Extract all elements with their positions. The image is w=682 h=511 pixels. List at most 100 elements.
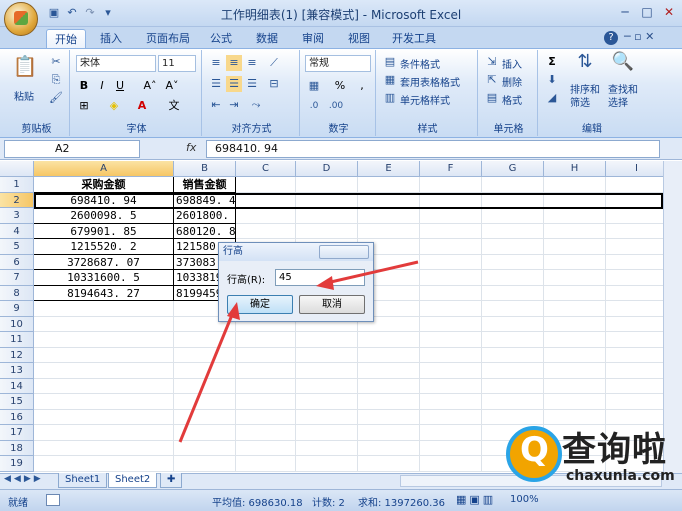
empty-cell[interactable] (544, 177, 606, 193)
column-header-h[interactable]: H (544, 161, 606, 177)
row-header-1[interactable]: 1 (0, 177, 34, 193)
empty-cell[interactable] (482, 332, 544, 348)
column-header-d[interactable]: D (296, 161, 358, 177)
row-header-11[interactable]: 11 (0, 332, 34, 348)
tab-data[interactable]: 数据 (248, 29, 286, 49)
empty-cell[interactable] (34, 316, 174, 332)
column-header-c[interactable]: C (236, 161, 296, 177)
fill-color-icon[interactable]: ◈ (106, 98, 122, 114)
empty-cell[interactable] (358, 409, 420, 425)
empty-cell[interactable] (236, 378, 296, 394)
empty-cell[interactable] (236, 363, 296, 379)
bold-icon[interactable]: B (76, 78, 92, 94)
table-cell[interactable]: 698849. 4 (174, 192, 236, 208)
row-header-8[interactable]: 8 (0, 285, 34, 301)
empty-cell[interactable] (482, 192, 544, 208)
empty-cell[interactable] (34, 347, 174, 363)
empty-cell[interactable] (174, 440, 236, 456)
empty-cell[interactable] (544, 347, 606, 363)
empty-cell[interactable] (174, 378, 236, 394)
empty-cell[interactable] (296, 332, 358, 348)
sort-filter-icon[interactable]: ⇅ (572, 53, 598, 80)
empty-cell[interactable] (606, 193, 663, 208)
minimize-button[interactable]: ─ (614, 3, 636, 21)
empty-cell[interactable] (606, 332, 663, 348)
name-box[interactable]: A2 (4, 140, 140, 158)
empty-cell[interactable] (236, 192, 296, 208)
empty-cell[interactable] (420, 363, 482, 379)
empty-cell[interactable] (482, 239, 544, 255)
empty-cell[interactable] (420, 239, 482, 255)
empty-cell[interactable] (34, 363, 174, 379)
empty-cell[interactable] (606, 286, 663, 301)
table-header-cell[interactable]: 销售金额 (174, 177, 236, 193)
empty-cell[interactable] (420, 192, 482, 208)
empty-cell[interactable] (544, 192, 606, 208)
empty-cell[interactable] (482, 223, 544, 239)
conditional-format-button[interactable]: 条件格式 (400, 56, 440, 71)
column-header-g[interactable]: G (482, 161, 544, 177)
empty-cell[interactable] (358, 223, 420, 239)
delete-cells-icon[interactable]: ⇱ (484, 72, 500, 88)
empty-cell[interactable] (358, 177, 420, 193)
tab-developer[interactable]: 开发工具 (384, 29, 444, 49)
office-button-icon[interactable] (4, 2, 38, 36)
table-cell[interactable]: 8194643. 27 (34, 285, 174, 301)
percent-icon[interactable]: % (332, 78, 348, 94)
empty-cell[interactable] (544, 316, 606, 332)
sheet-tab-sheet2[interactable]: Sheet2 (108, 473, 158, 488)
sheet-nav-arrows-icon[interactable]: ◀◀▶▶ (4, 474, 44, 484)
empty-cell[interactable] (606, 317, 663, 332)
merge-center-icon[interactable]: ⊟ (266, 76, 282, 92)
autosum-icon[interactable]: Σ (544, 54, 560, 70)
column-header-i[interactable]: I (606, 161, 663, 177)
empty-cell[interactable] (482, 270, 544, 286)
insert-cells-button[interactable]: 插入 (502, 56, 522, 71)
ribbon-minimize-icon[interactable]: ─ ▫ ✕ (624, 30, 654, 43)
column-header-e[interactable]: E (358, 161, 420, 177)
empty-cell[interactable] (420, 254, 482, 270)
empty-cell[interactable] (420, 347, 482, 363)
number-format-select[interactable]: 常规 (305, 55, 371, 72)
align-left-icon[interactable]: ☰ (208, 76, 224, 92)
empty-cell[interactable] (296, 177, 358, 193)
close-button[interactable]: ✕ (658, 3, 680, 21)
empty-cell[interactable] (174, 332, 236, 348)
align-right-icon[interactable]: ☰ (244, 76, 260, 92)
font-size-select[interactable]: 11 (158, 55, 196, 72)
format-cells-button[interactable]: 格式 (502, 92, 522, 107)
empty-cell[interactable] (544, 332, 606, 348)
empty-cell[interactable] (174, 347, 236, 363)
empty-cell[interactable] (420, 456, 482, 472)
empty-cell[interactable] (236, 332, 296, 348)
empty-cell[interactable] (482, 363, 544, 379)
empty-cell[interactable] (236, 425, 296, 441)
tab-insert[interactable]: 插入 (92, 29, 130, 49)
empty-cell[interactable] (606, 394, 663, 410)
copy-icon[interactable]: ⎘ (48, 72, 64, 88)
empty-cell[interactable] (606, 301, 663, 317)
font-name-select[interactable]: 宋体 (76, 55, 156, 72)
empty-cell[interactable] (236, 456, 296, 472)
align-top-icon[interactable]: ≡ (208, 55, 224, 71)
empty-cell[interactable] (420, 440, 482, 456)
empty-cell[interactable] (296, 394, 358, 410)
column-header-f[interactable]: F (420, 161, 482, 177)
empty-cell[interactable] (420, 285, 482, 301)
empty-cell[interactable] (34, 425, 174, 441)
column-header-b[interactable]: B (174, 161, 236, 177)
increase-decimal-icon[interactable]: .0 (306, 98, 322, 114)
empty-cell[interactable] (606, 224, 663, 239)
ok-button[interactable]: 确定 (227, 295, 293, 314)
conditional-format-icon[interactable]: ▤ (382, 54, 398, 70)
empty-cell[interactable] (174, 363, 236, 379)
empty-cell[interactable] (236, 223, 296, 239)
empty-cell[interactable] (420, 332, 482, 348)
fill-icon[interactable]: ⬇ (544, 72, 560, 88)
empty-cell[interactable] (296, 456, 358, 472)
font-color-icon[interactable]: A (134, 98, 150, 114)
empty-cell[interactable] (174, 456, 236, 472)
row-header-15[interactable]: 15 (0, 394, 34, 410)
row-header-16[interactable]: 16 (0, 409, 34, 425)
empty-cell[interactable] (34, 378, 174, 394)
